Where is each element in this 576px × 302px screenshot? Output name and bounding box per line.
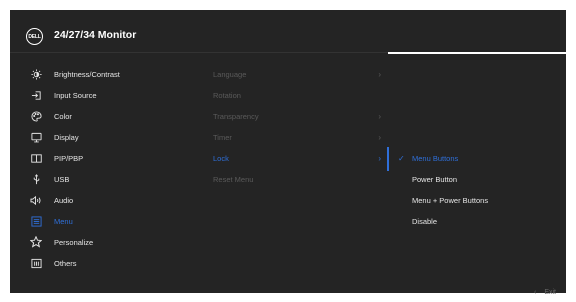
menu-item-pip-pbp[interactable]: PIP/PBP <box>30 150 210 166</box>
lock-option-label: Menu Buttons <box>412 153 459 163</box>
checkmark-icon: ✓ <box>398 153 405 163</box>
chevron-right-icon: › <box>378 69 381 79</box>
lock-option-disable[interactable]: Disable <box>394 213 554 229</box>
exit-button[interactable]: ‹ Exit <box>534 289 556 296</box>
color-palette-icon <box>30 110 42 122</box>
submenu-item-lock[interactable]: Lock › <box>213 150 381 166</box>
chevron-right-icon: › <box>378 153 381 163</box>
submenu-item-label: Transparency <box>213 111 259 121</box>
dell-logo: DELL <box>26 28 43 45</box>
submenu-item-label: Language <box>213 69 247 79</box>
brightness-icon <box>30 68 42 80</box>
header-divider <box>10 52 388 53</box>
chevron-left-icon: ‹ <box>533 289 537 296</box>
submenu-item-label: Timer <box>213 132 232 142</box>
osd-header: DELL 24/27/34 Monitor <box>10 10 566 62</box>
menu-item-label: Display <box>54 132 79 142</box>
submenu-item-reset-menu[interactable]: Reset Menu <box>213 171 381 187</box>
menu-item-display[interactable]: Display <box>30 129 210 145</box>
submenu-item-label: Lock <box>213 153 229 163</box>
chevron-right-icon: › <box>378 111 381 121</box>
header-highlight-line <box>388 52 566 54</box>
lock-option-label: Power Button <box>412 174 458 184</box>
menu-item-label: Menu <box>54 216 73 226</box>
menu-item-label: Audio <box>54 195 74 205</box>
menu-item-color[interactable]: Color <box>30 108 210 124</box>
menu-item-label: USB <box>54 174 70 184</box>
menu-item-label: Personalize <box>54 237 94 247</box>
menu-item-usb[interactable]: USB <box>30 171 210 187</box>
menu-item-brightness-contrast[interactable]: Brightness/Contrast <box>30 66 210 82</box>
chevron-right-icon: › <box>378 132 381 142</box>
display-icon <box>30 131 42 143</box>
personalize-star-icon <box>30 236 42 248</box>
submenu-item-label: Reset Menu <box>213 174 254 184</box>
lock-option-label: Disable <box>412 216 438 226</box>
menu-item-audio[interactable]: Audio <box>30 192 210 208</box>
menu-item-label: Brightness/Contrast <box>54 69 120 79</box>
menu-item-input-source[interactable]: Input Source <box>30 87 210 103</box>
menu-item-label: Input Source <box>54 90 97 100</box>
menu-item-menu[interactable]: Menu <box>30 213 210 229</box>
lock-option-menu-power-buttons[interactable]: Menu + Power Buttons <box>394 192 554 208</box>
menu-icon <box>30 215 42 227</box>
input-source-icon <box>30 89 42 101</box>
audio-icon <box>30 194 42 206</box>
menu-item-others[interactable]: Others <box>30 255 210 271</box>
menu-item-personalize[interactable]: Personalize <box>30 234 210 250</box>
submenu-item-transparency[interactable]: Transparency › <box>213 108 381 124</box>
lock-option-label: Menu + Power Buttons <box>412 195 489 205</box>
submenu-item-language[interactable]: Language › <box>213 66 381 82</box>
lock-option-power-button[interactable]: Power Button <box>394 171 554 187</box>
menu-item-label: Color <box>54 111 72 121</box>
monitor-osd-panel: DELL 24/27/34 Monitor Brightness/Contras… <box>10 10 566 296</box>
lock-option-menu-buttons[interactable]: ✓ Menu Buttons <box>394 150 554 166</box>
exit-label: Exit <box>544 289 556 296</box>
submenu-item-timer[interactable]: Timer › <box>213 129 381 145</box>
others-icon <box>30 257 42 269</box>
menu-item-label: Others <box>54 258 77 268</box>
page-title: 24/27/34 Monitor <box>54 29 137 41</box>
selection-indicator <box>387 147 389 171</box>
submenu-item-label: Rotation <box>213 90 241 100</box>
menu-item-label: PIP/PBP <box>54 153 84 163</box>
pip-pbp-icon <box>30 152 42 164</box>
usb-icon <box>30 173 42 185</box>
submenu-item-rotation[interactable]: Rotation <box>213 87 381 103</box>
